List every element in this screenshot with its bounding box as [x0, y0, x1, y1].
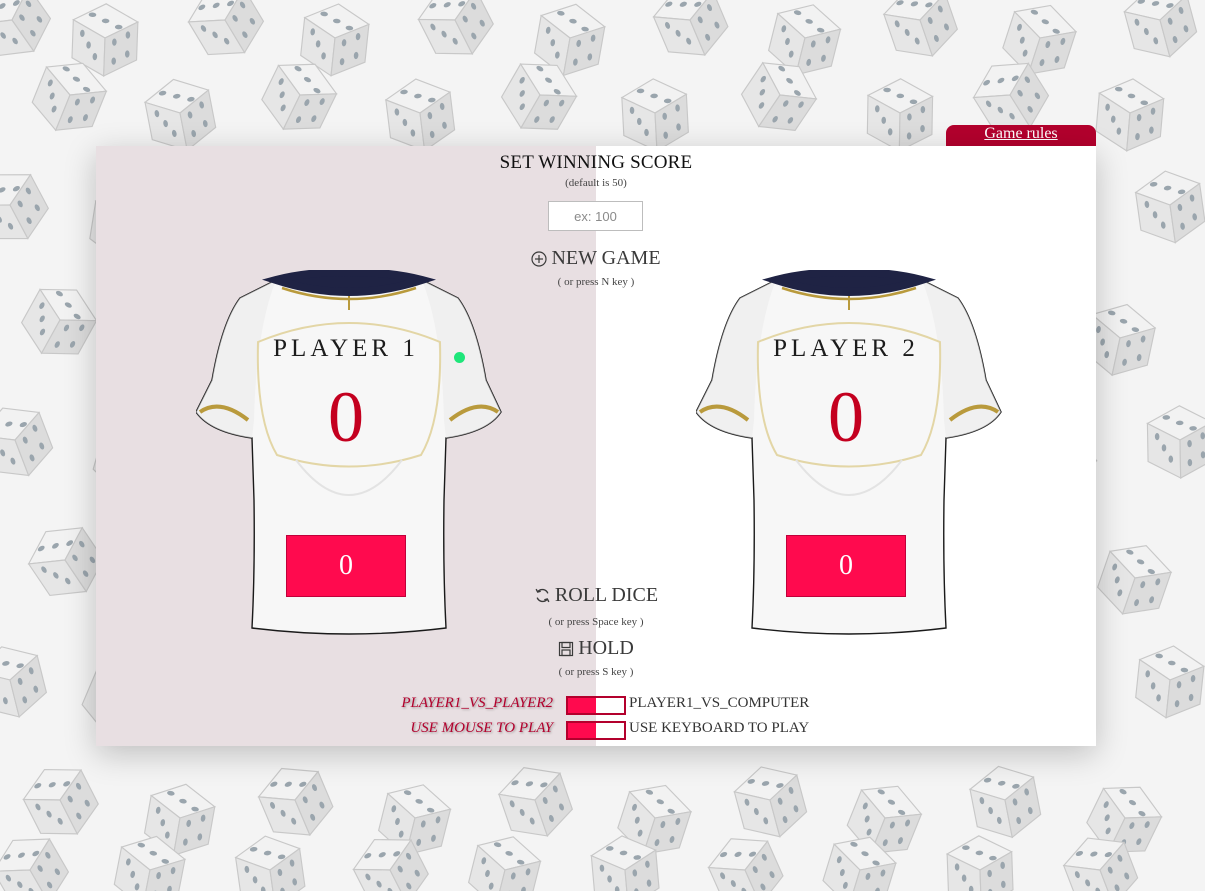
save-icon — [559, 641, 574, 656]
new-game-hint: ( or press N key ) — [557, 276, 635, 288]
opponent-mode-toggle-row: PLAYER1_VS_PLAYER2 PLAYER1_VS_COMPUTER — [96, 695, 1096, 717]
dice-icon — [877, 0, 964, 68]
player-2-name: PLAYER 2 — [773, 335, 919, 362]
dice-icon — [15, 754, 107, 850]
dice-icon — [646, 0, 736, 69]
dice-icon — [0, 823, 78, 891]
plus-circle-icon — [531, 250, 548, 267]
hold-hint: ( or press S key ) — [558, 666, 634, 678]
dice-icon — [1133, 642, 1205, 722]
player-2-total-score: 0 — [828, 377, 864, 457]
dice-icon — [620, 76, 690, 154]
toggle-knob — [568, 723, 596, 738]
dice-icon — [0, 638, 52, 726]
dice-icon — [12, 273, 106, 370]
refresh-icon — [535, 588, 550, 603]
mode-keyboard-label: USE KEYBOARD TO PLAY — [629, 720, 810, 736]
dice-icon — [492, 756, 579, 848]
dice-icon — [410, 0, 502, 70]
dice-icon — [179, 0, 273, 70]
roll-dice-hint: ( or press Space key ) — [548, 616, 644, 628]
hold-button[interactable]: HOLD — [558, 637, 634, 660]
roll-dice-label: ROLL DICE — [554, 584, 659, 606]
dice-icon — [1091, 534, 1178, 626]
hold-row: HOLD — [96, 637, 1096, 662]
player-1-total-score: 0 — [328, 377, 364, 457]
new-game-row: NEW GAME — [96, 247, 1096, 272]
game-panel: PLAYER 1 0 0 PLAYER 2 0 0 SET WINNING SC… — [96, 146, 1096, 746]
roll-dice-row: ROLL DICE — [96, 584, 1096, 609]
game-rules-tab: Game rules — [946, 125, 1096, 147]
dice-icon — [1093, 75, 1166, 155]
mode-player-vs-player-label: PLAYER1_VS_PLAYER2 — [401, 695, 553, 711]
mode-mouse-label: USE MOUSE TO PLAY — [410, 720, 553, 736]
dice-icon — [866, 77, 934, 153]
dice-icon — [0, 395, 60, 488]
new-game-label: NEW GAME — [551, 247, 661, 269]
player-1-panel: PLAYER 1 0 0 — [196, 270, 502, 636]
player-2-panel: PLAYER 2 0 0 — [696, 270, 1002, 636]
dice-icon — [463, 828, 546, 891]
dice-icon — [945, 834, 1015, 891]
roll-dice-button[interactable]: ROLL DICE — [534, 584, 658, 607]
winning-score-title: SET WINNING SCORE — [499, 152, 693, 173]
game-rules-link[interactable]: Game rules — [984, 125, 1057, 142]
input-mode-toggle[interactable] — [566, 721, 626, 740]
winning-score-default-note: (default is 50) — [565, 177, 627, 189]
dice-icon — [251, 755, 341, 849]
dice-icon — [141, 72, 220, 158]
dice-icon — [966, 759, 1045, 845]
dice-icon — [729, 758, 812, 846]
mode-player-vs-computer-label: PLAYER1_VS_COMPUTER — [629, 695, 810, 711]
player-1-name: PLAYER 1 — [273, 335, 419, 362]
toggle-knob — [568, 698, 596, 713]
dice-icon — [232, 831, 308, 891]
dice-icon — [383, 74, 458, 156]
new-game-button[interactable]: NEW GAME — [531, 247, 661, 270]
dice-icon — [1146, 404, 1205, 480]
dice-icon — [0, 0, 61, 71]
opponent-mode-toggle[interactable] — [566, 696, 626, 715]
dice-icon — [0, 159, 57, 255]
active-turn-indicator — [454, 352, 465, 363]
input-mode-toggle-row: USE MOUSE TO PLAY USE KEYBOARD TO PLAY — [96, 720, 1096, 742]
dice-icon — [1119, 0, 1202, 66]
dice-icon — [1132, 166, 1205, 248]
hold-label: HOLD — [578, 637, 634, 659]
winning-score-input[interactable] — [548, 201, 643, 231]
